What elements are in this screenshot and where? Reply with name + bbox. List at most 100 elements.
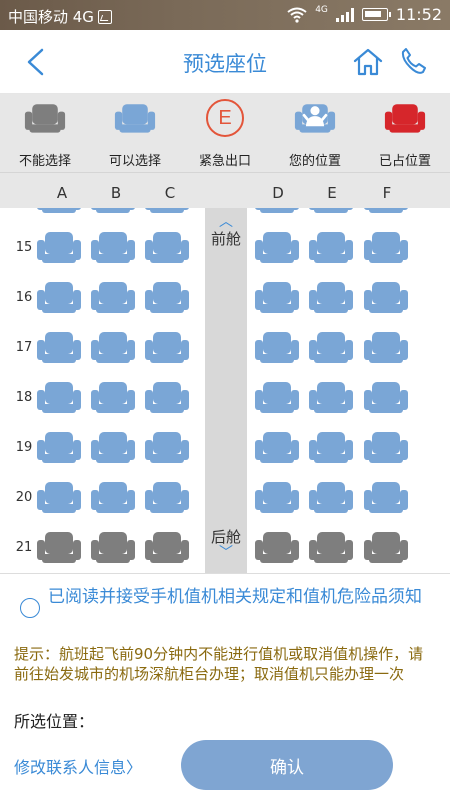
legend-label: 已占位置: [378, 154, 431, 169]
rear-cabin-indicator: 后舱 ﹀: [205, 526, 247, 561]
row-number: 15: [15, 240, 33, 255]
chevron-down-icon: ﹀: [219, 545, 233, 561]
seat-17D[interactable]: [254, 330, 300, 364]
seat-17B[interactable]: [90, 330, 136, 364]
seat-15B[interactable]: [90, 230, 136, 264]
status-bar: 中国移动 4G 4G 11:52: [0, 0, 450, 30]
image-notification-icon: [97, 9, 112, 24]
seat-partial: [254, 208, 300, 214]
column-label: C: [164, 184, 176, 202]
seat-15F[interactable]: [363, 230, 409, 264]
modify-contact-link[interactable]: 修改联系人信息〉: [14, 754, 142, 778]
seat-17F[interactable]: [363, 330, 409, 364]
row-number: 19: [15, 440, 33, 455]
exit-icon: E: [204, 98, 246, 138]
seat-partial: [36, 208, 82, 214]
legend-emergency-exit: E 紧急出口: [180, 94, 270, 172]
legend-label: 可以选择: [108, 154, 161, 169]
column-label: D: [272, 184, 284, 202]
title-bar: 预选座位: [0, 30, 450, 94]
seat-legend: 不能选择 可以选择 E 紧急出口 您的位置 已占位置: [0, 94, 450, 172]
front-cabin-label: 前舱: [210, 230, 241, 248]
seat-18B[interactable]: [90, 380, 136, 414]
seat-partial: [90, 208, 136, 214]
seat-column-header: A B C D E F: [0, 172, 450, 210]
row-number: 21: [15, 540, 33, 555]
row-number: 20: [15, 490, 33, 505]
seat-20C[interactable]: [144, 480, 190, 514]
seat-19C[interactable]: [144, 430, 190, 464]
seat-map[interactable]: 15 16 17 18 19 20 21 ︿ 前舱 后舱 ﹀: [0, 208, 450, 573]
seat-19D[interactable]: [254, 430, 300, 464]
seat-19F[interactable]: [363, 430, 409, 464]
seat-partial: [308, 208, 354, 214]
seat-21A: [36, 530, 82, 564]
exit-symbol: E: [206, 99, 244, 137]
column-label: A: [56, 184, 68, 202]
seat-19B[interactable]: [90, 430, 136, 464]
seat-16B[interactable]: [90, 280, 136, 314]
seat-19A[interactable]: [36, 430, 82, 464]
seat-blue-icon: [114, 98, 156, 138]
chevron-right-icon: 〉: [126, 758, 143, 777]
carrier-text: 中国移动 4G: [8, 8, 94, 26]
seat-15A[interactable]: [36, 230, 82, 264]
legend-label: 您的位置: [288, 154, 341, 169]
seat-20F[interactable]: [363, 480, 409, 514]
row-number: 16: [15, 290, 33, 305]
seat-18D[interactable]: [254, 380, 300, 414]
agreement-text[interactable]: 已阅读并接受手机值机相关规定和值机危险品须知: [48, 586, 438, 608]
seat-20D[interactable]: [254, 480, 300, 514]
seat-red-icon: [384, 98, 426, 138]
legend-available: 可以选择: [90, 94, 180, 172]
seat-20A[interactable]: [36, 480, 82, 514]
seat-partial: [144, 208, 190, 214]
clock-text: 11:52: [395, 5, 442, 24]
seat-21E: [308, 530, 354, 564]
seat-20E[interactable]: [308, 480, 354, 514]
seat-21B: [90, 530, 136, 564]
seat-18E[interactable]: [308, 380, 354, 414]
seat-15D[interactable]: [254, 230, 300, 264]
legend-label: 紧急出口: [198, 154, 251, 169]
agreement-radio[interactable]: [20, 598, 40, 618]
wifi-icon: [287, 7, 307, 23]
aisle: [205, 208, 247, 573]
rear-cabin-label: 后舱: [210, 528, 241, 546]
network-type-text: 4G: [315, 4, 328, 15]
seat-16F[interactable]: [363, 280, 409, 314]
seat-18C[interactable]: [144, 380, 190, 414]
seat-18F[interactable]: [363, 380, 409, 414]
legend-occupied: 已占位置: [360, 94, 450, 172]
seat-21D: [254, 530, 300, 564]
home-icon[interactable]: [352, 46, 384, 78]
seat-15E[interactable]: [308, 230, 354, 264]
chevron-up-icon: ︿: [219, 214, 233, 230]
signal-icon: [335, 7, 354, 22]
column-label: B: [110, 184, 122, 202]
seat-16A[interactable]: [36, 280, 82, 314]
seat-17E[interactable]: [308, 330, 354, 364]
footer-panel: 已阅读并接受手机值机相关规定和值机危险品须知 提示：航班起飞前90分钟内不能进行…: [0, 573, 450, 800]
seat-21C: [144, 530, 190, 564]
seat-gray-icon: [24, 98, 66, 138]
seat-17C[interactable]: [144, 330, 190, 364]
seat-15C[interactable]: [144, 230, 190, 264]
legend-unavailable: 不能选择: [0, 94, 90, 172]
row-number: 18: [15, 390, 33, 405]
seat-17A[interactable]: [36, 330, 82, 364]
front-cabin-indicator: ︿ 前舱: [205, 214, 247, 249]
battery-icon: [361, 8, 391, 21]
seat-16D[interactable]: [254, 280, 300, 314]
phone-icon[interactable]: [398, 46, 428, 76]
row-number: 17: [15, 340, 33, 355]
seat-18A[interactable]: [36, 380, 82, 414]
seat-16C[interactable]: [144, 280, 190, 314]
seat-16E[interactable]: [308, 280, 354, 314]
legend-label: 不能选择: [18, 154, 71, 169]
confirm-button[interactable]: 确认: [181, 740, 393, 790]
selected-seat-label: 所选位置：: [14, 712, 95, 731]
seat-20B[interactable]: [90, 480, 136, 514]
column-label: F: [382, 184, 392, 202]
seat-19E[interactable]: [308, 430, 354, 464]
